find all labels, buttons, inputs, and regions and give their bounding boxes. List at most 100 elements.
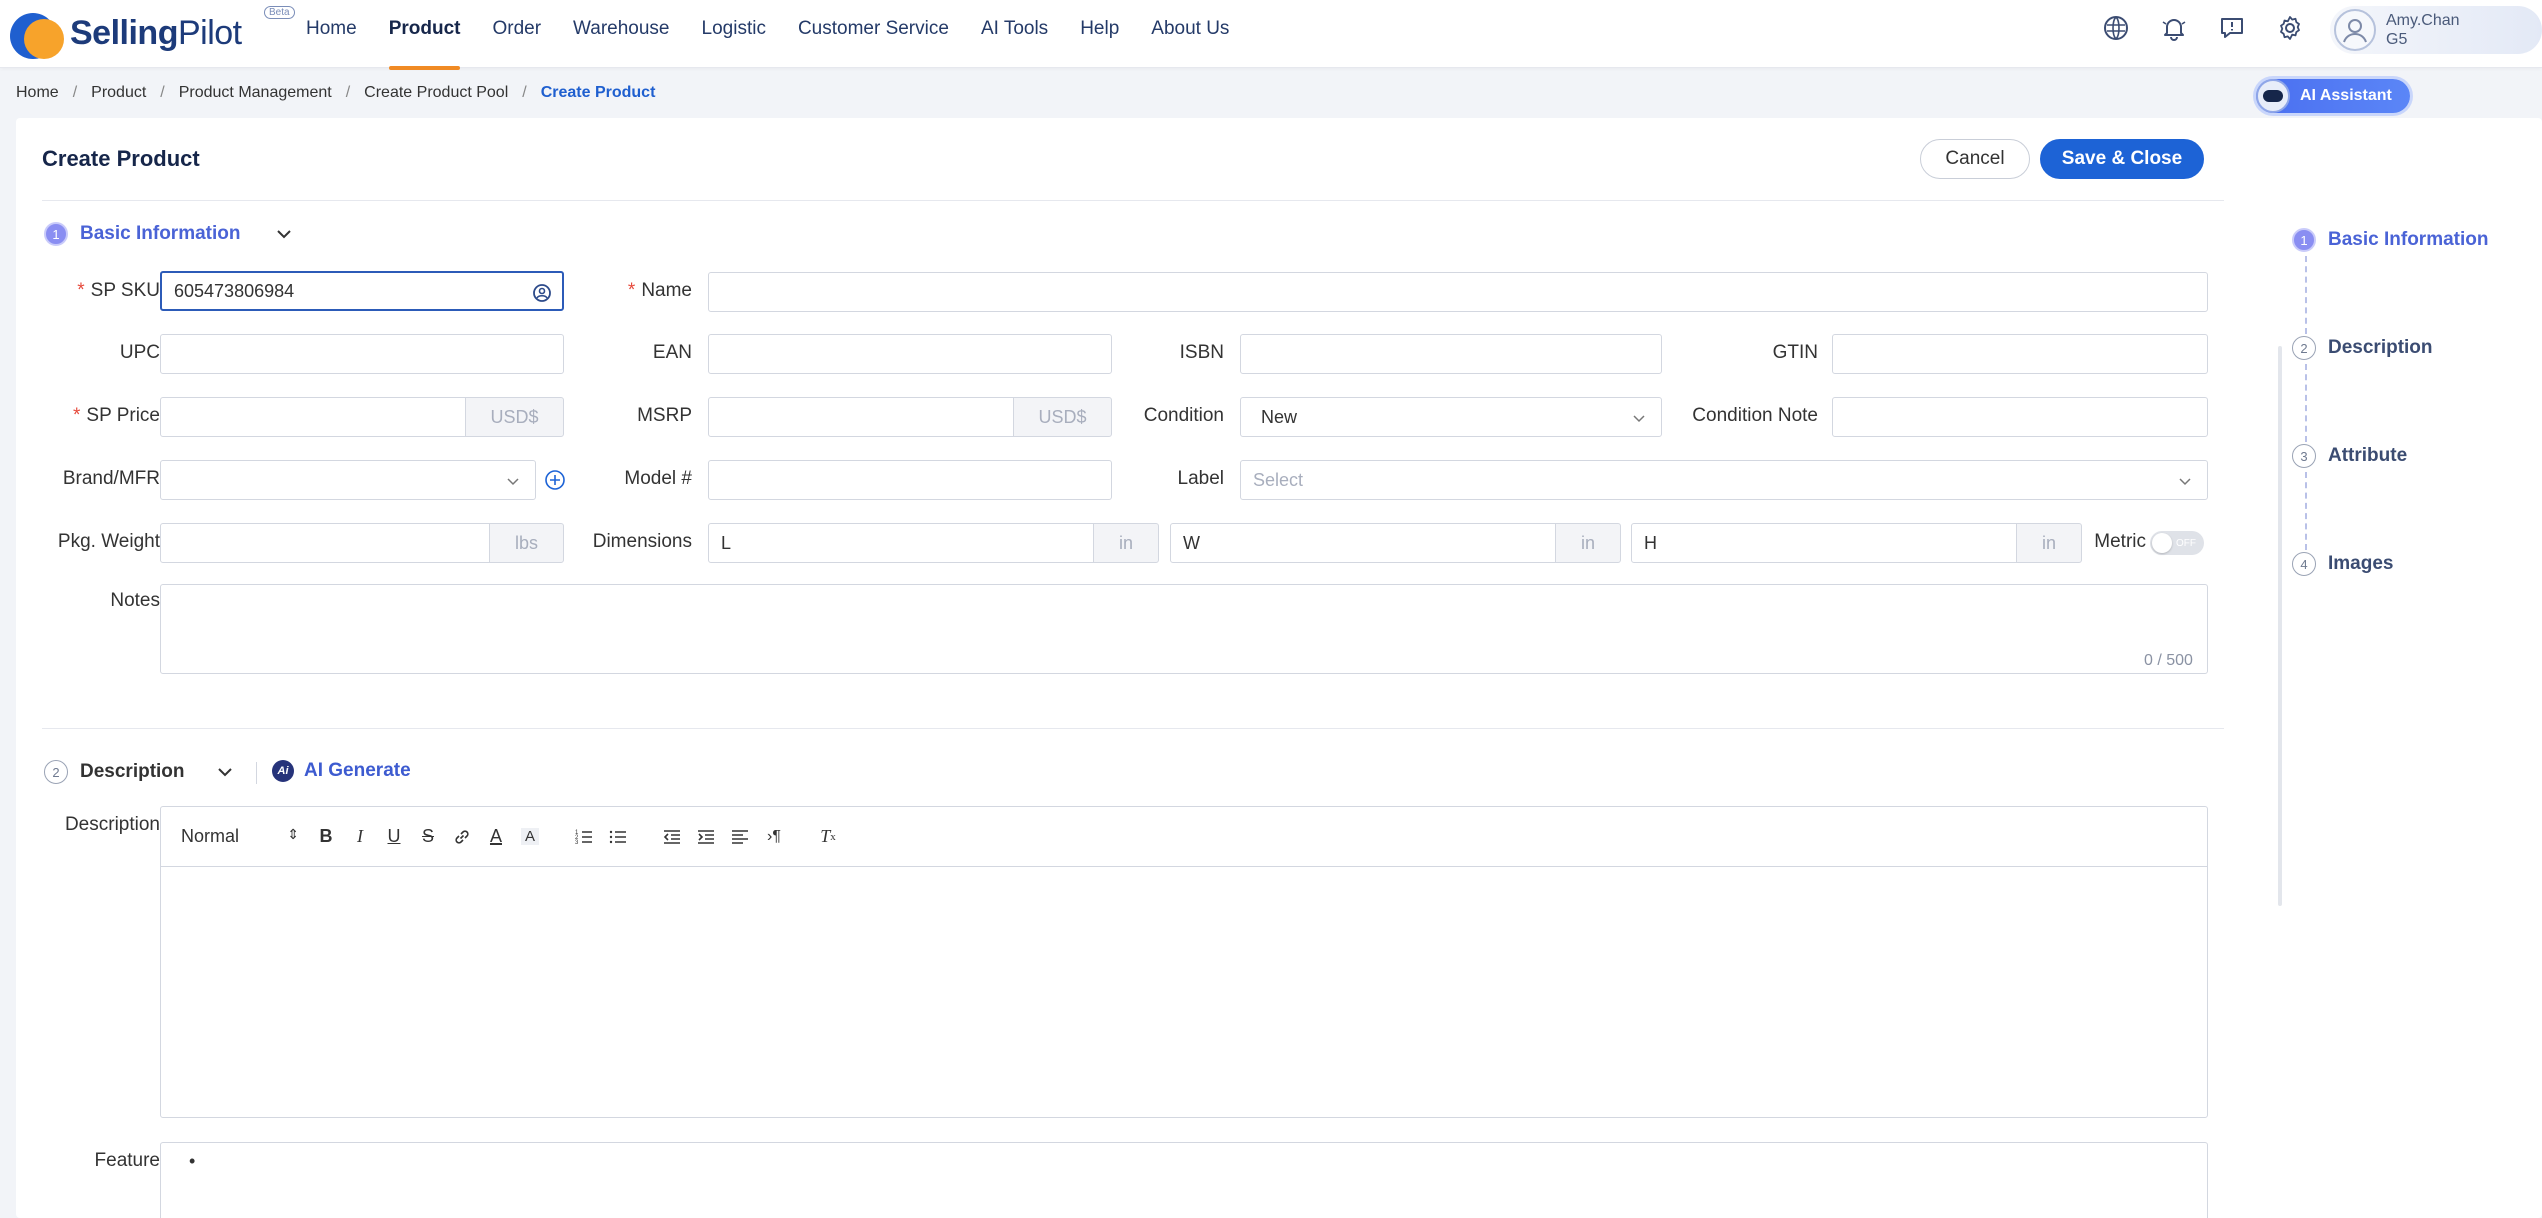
gtin-input[interactable] bbox=[1832, 334, 2208, 374]
format-select[interactable]: Normal ⇕ bbox=[181, 826, 299, 847]
robot-icon bbox=[2256, 79, 2290, 113]
chevron-down-icon bbox=[2179, 478, 2191, 486]
isbn-input[interactable] bbox=[1240, 334, 1662, 374]
user-menu[interactable]: Amy.Chan G5 bbox=[2330, 6, 2542, 54]
user-name: Amy.Chan bbox=[2386, 12, 2460, 29]
name-label: * Name bbox=[627, 280, 692, 301]
rail-step-attribute[interactable]: 3 Attribute bbox=[2292, 444, 2407, 468]
editor-toolbar: Normal ⇕ B I U S A A 123 ›¶ T x bbox=[161, 807, 2207, 867]
pkg-weight-input[interactable] bbox=[160, 523, 490, 563]
align-icon[interactable] bbox=[731, 828, 749, 846]
metric-toggle[interactable]: OFF bbox=[2150, 531, 2204, 555]
msrp-input[interactable] bbox=[708, 397, 1014, 437]
generate-sku-icon[interactable] bbox=[532, 283, 552, 303]
logo-text: SellingPilot bbox=[70, 13, 242, 52]
rail-step-description[interactable]: 2 Description bbox=[2292, 336, 2433, 360]
sp-sku-label: * SP SKU bbox=[77, 280, 160, 301]
strikethrough-icon[interactable]: S bbox=[419, 826, 437, 847]
avatar bbox=[2334, 9, 2376, 51]
underline-icon[interactable]: U bbox=[385, 826, 403, 847]
nav-customer-service[interactable]: Customer Service bbox=[782, 0, 965, 68]
chevron-down-icon bbox=[507, 478, 519, 486]
cancel-button[interactable]: Cancel bbox=[1920, 139, 2030, 179]
nav-warehouse[interactable]: Warehouse bbox=[557, 0, 685, 68]
chevron-down-icon[interactable] bbox=[274, 224, 294, 244]
condition-select[interactable]: New bbox=[1240, 397, 1662, 437]
notes-textarea[interactable] bbox=[160, 584, 2208, 674]
ai-assistant-label: AI Assistant bbox=[2300, 87, 2392, 104]
nav-ai-tools[interactable]: AI Tools bbox=[965, 0, 1064, 68]
clear-format-icon[interactable]: Tx bbox=[819, 826, 837, 847]
logo-mark bbox=[10, 7, 78, 59]
sp-price-input[interactable] bbox=[160, 397, 466, 437]
breadcrumb-home[interactable]: Home bbox=[16, 84, 59, 102]
bell-icon[interactable] bbox=[2156, 10, 2192, 46]
add-brand-icon[interactable] bbox=[544, 469, 566, 491]
step-badge: 1 bbox=[44, 222, 68, 246]
background-color-icon[interactable]: A bbox=[521, 828, 539, 845]
svg-text:3: 3 bbox=[575, 840, 579, 846]
rail-connector bbox=[2305, 256, 2307, 334]
text-direction-icon[interactable]: ›¶ bbox=[765, 828, 783, 846]
sp-price-label: * SP Price bbox=[73, 405, 160, 426]
ai-generate-button[interactable]: Ai AI Generate bbox=[272, 760, 411, 782]
label-select[interactable]: Select bbox=[1240, 460, 2208, 500]
description-label: Description bbox=[64, 814, 160, 835]
step-badge: 2 bbox=[44, 760, 68, 784]
gear-icon[interactable] bbox=[2272, 10, 2308, 46]
length-input[interactable]: L bbox=[708, 523, 1094, 563]
dimensions-label: Dimensions bbox=[592, 531, 692, 552]
link-icon[interactable] bbox=[453, 828, 471, 846]
scrollbar[interactable] bbox=[2278, 346, 2282, 906]
rail-step-basic-information[interactable]: 1 Basic Information bbox=[2292, 228, 2488, 252]
bullet-list-icon[interactable] bbox=[609, 828, 627, 846]
logo[interactable]: SellingPilot Beta bbox=[10, 4, 295, 62]
model-input[interactable] bbox=[708, 460, 1112, 500]
italic-icon[interactable]: I bbox=[351, 826, 369, 847]
nav-about-us[interactable]: About Us bbox=[1135, 0, 1245, 68]
breadcrumb-product[interactable]: Product bbox=[91, 84, 146, 102]
top-navbar: SellingPilot Beta Home Product Order War… bbox=[0, 0, 2542, 70]
ean-label: EAN bbox=[652, 342, 692, 363]
gtin-label: GTIN bbox=[1772, 342, 1818, 363]
rail-connector bbox=[2305, 472, 2307, 550]
length-unit: in bbox=[1093, 523, 1159, 563]
weight-unit: lbs bbox=[489, 523, 564, 563]
indent-icon[interactable] bbox=[697, 828, 715, 846]
chevron-down-icon[interactable] bbox=[215, 762, 235, 782]
height-input[interactable]: H bbox=[1631, 523, 2017, 563]
ordered-list-icon[interactable]: 123 bbox=[575, 828, 593, 846]
ean-input[interactable] bbox=[708, 334, 1112, 374]
section-description-header[interactable]: 2 Description bbox=[44, 760, 235, 784]
save-close-button[interactable]: Save & Close bbox=[2040, 139, 2204, 179]
outdent-icon[interactable] bbox=[663, 828, 681, 846]
upc-input[interactable] bbox=[160, 334, 564, 374]
breadcrumb: Home / Product / Product Management / Creat… bbox=[16, 84, 656, 102]
nav-order[interactable]: Order bbox=[476, 0, 557, 68]
description-editor[interactable]: Normal ⇕ B I U S A A 123 ›¶ T x bbox=[160, 806, 2208, 1118]
sp-sku-input[interactable]: 605473806984 bbox=[160, 271, 564, 311]
nav-logistic[interactable]: Logistic bbox=[686, 0, 782, 68]
condition-note-input[interactable] bbox=[1832, 397, 2208, 437]
nav-home[interactable]: Home bbox=[290, 0, 373, 68]
user-info: Amy.Chan G5 bbox=[2386, 11, 2460, 49]
globe-icon[interactable] bbox=[2098, 10, 2134, 46]
width-input[interactable]: W bbox=[1170, 523, 1556, 563]
feature-editor[interactable]: • bbox=[160, 1142, 2208, 1218]
message-icon[interactable] bbox=[2214, 10, 2250, 46]
nav-help[interactable]: Help bbox=[1064, 0, 1135, 68]
description-body[interactable] bbox=[161, 867, 2207, 1117]
upc-label: UPC bbox=[119, 342, 160, 363]
breadcrumb-create-product-pool[interactable]: Create Product Pool bbox=[364, 84, 508, 102]
ai-assistant-button[interactable]: AI Assistant bbox=[2256, 79, 2410, 113]
name-input[interactable] bbox=[708, 272, 2208, 312]
section-basic-header[interactable]: 1 Basic Information bbox=[44, 222, 294, 246]
rail-step-images[interactable]: 4 Images bbox=[2292, 552, 2393, 576]
breadcrumb-product-management[interactable]: Product Management bbox=[179, 84, 332, 102]
nav-product[interactable]: Product bbox=[373, 0, 477, 70]
brand-select[interactable] bbox=[160, 460, 536, 500]
bold-icon[interactable]: B bbox=[317, 826, 335, 847]
isbn-label: ISBN bbox=[1179, 342, 1224, 363]
text-color-icon[interactable]: A bbox=[487, 826, 505, 847]
metric-label: Metric bbox=[2094, 531, 2146, 552]
